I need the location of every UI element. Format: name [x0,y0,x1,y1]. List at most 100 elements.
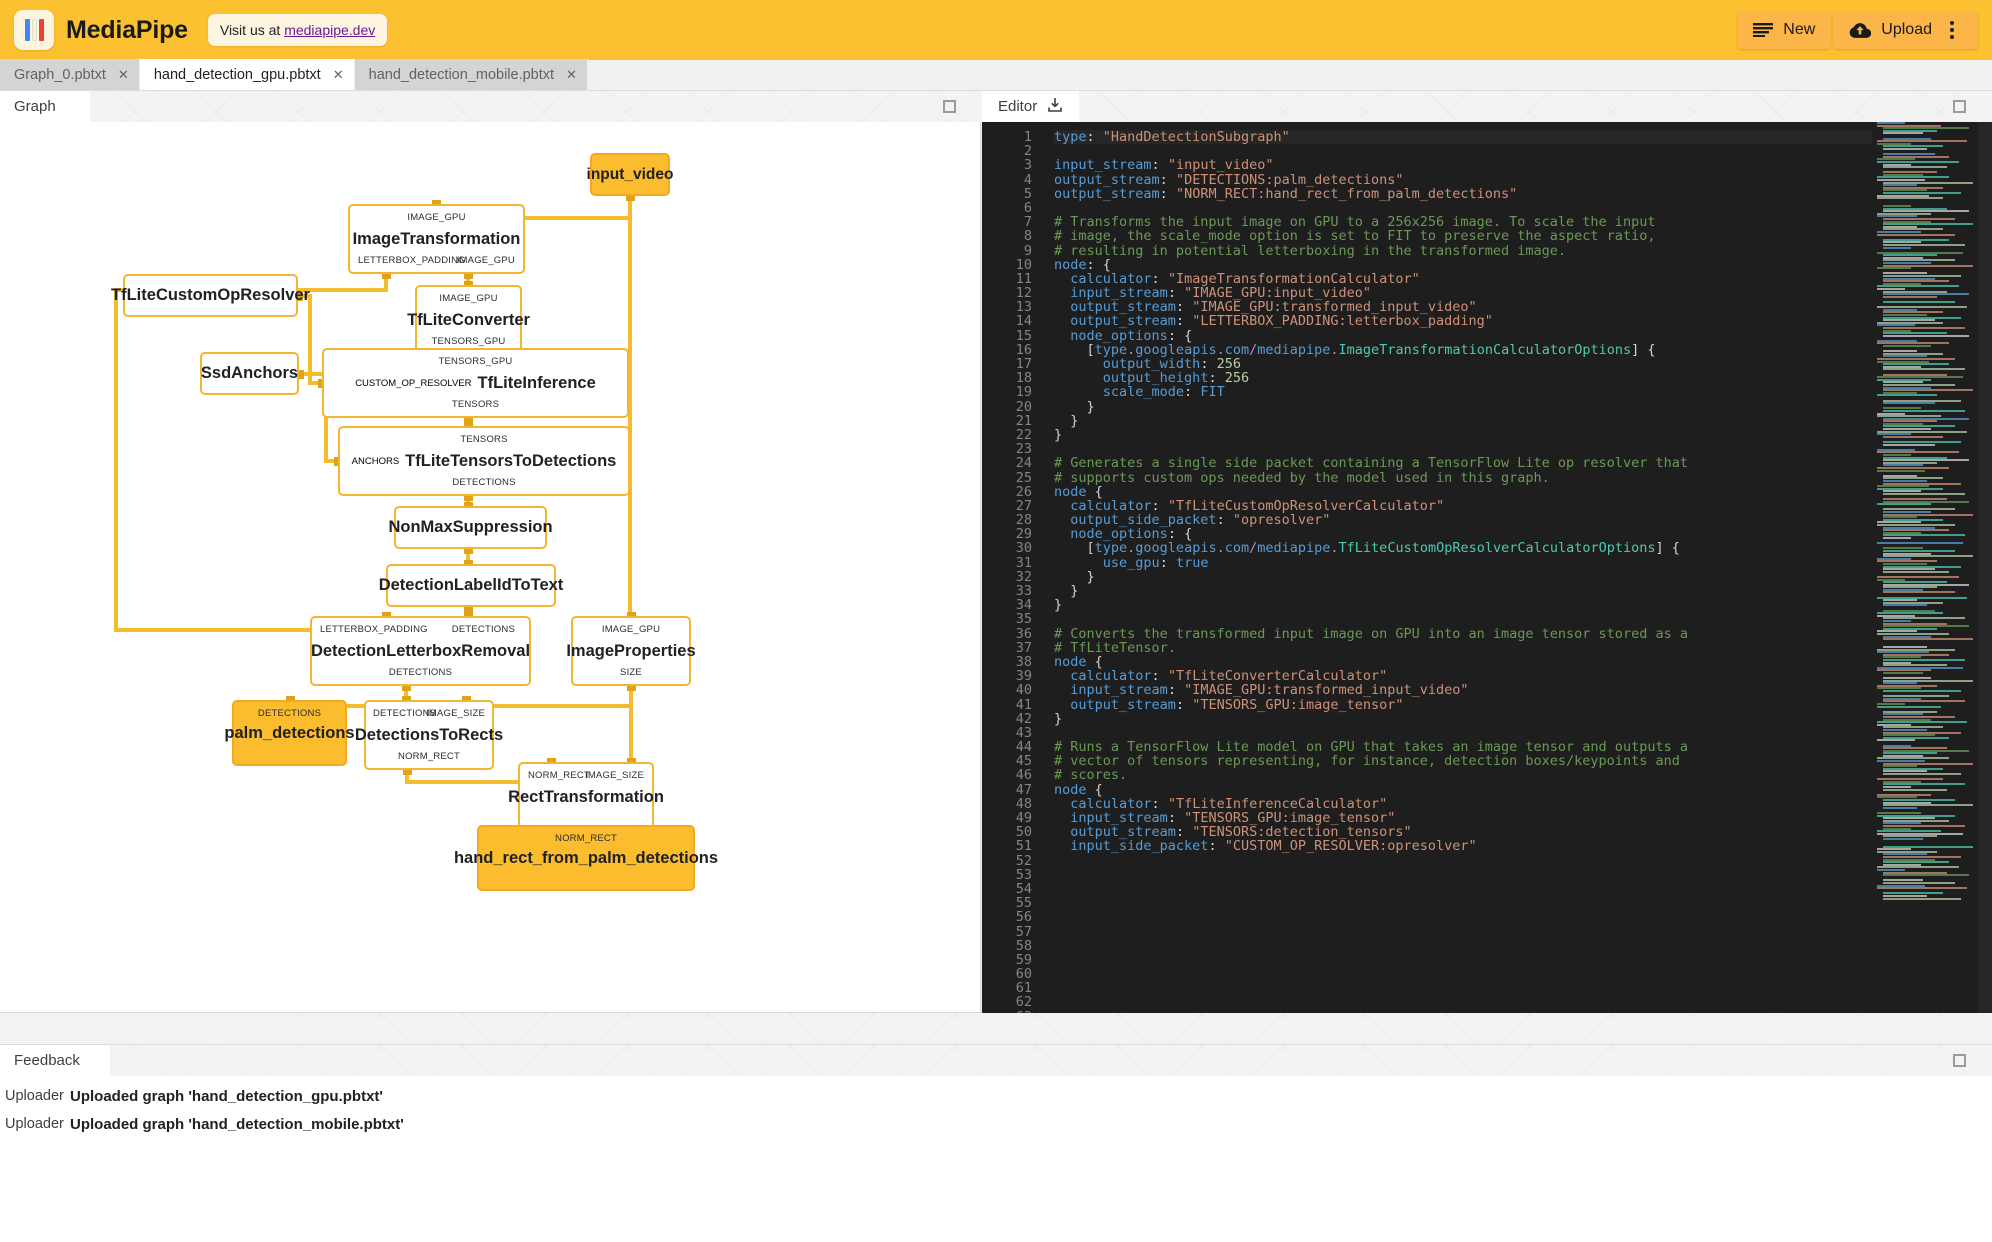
code-line[interactable]: node { [1054,485,1872,499]
graph-node-input-video[interactable]: input_video [587,153,674,196]
file-tab-graph-0[interactable]: Graph_0.pbtxt ✕ [0,59,140,90]
code-line[interactable]: output_width: 256 [1054,357,1872,371]
code-line[interactable]: output_stream: "TENSORS:detection_tensor… [1054,825,1872,839]
code-line[interactable]: output_stream: "IMAGE_GPU:transformed_in… [1054,300,1872,314]
file-tab-hand-detection-gpu[interactable]: hand_detection_gpu.pbtxt ✕ [139,59,355,90]
graph-node-rect-transformation[interactable]: NORM_RECT IMAGE_SIZE RectTransformation [508,762,664,832]
code-line[interactable]: } [1054,399,1872,414]
graph-node-ssd-anchors[interactable]: SsdAnchors [200,352,299,395]
graph-node-tflite-inference[interactable]: TENSORS_GPU CUSTOM_OP_RESOLVER TfLiteInf… [322,348,629,418]
code-line[interactable]: } [1054,584,1872,598]
graph-node-detection-label-id-to-text[interactable]: DetectionLabelIdToText [379,564,563,607]
code-line[interactable]: [type.googleapis.com/mediapipe.ImageTran… [1054,343,1872,357]
code-line[interactable] [1054,854,1872,868]
code-line[interactable]: } [1054,598,1872,612]
code-line[interactable]: use_gpu: true [1054,556,1872,570]
code-line[interactable] [1054,939,1872,953]
code-line[interactable]: calculator: "TfLiteConverterCalculator" [1054,669,1872,683]
mediapipe-dev-link[interactable]: mediapipe.dev [284,22,375,38]
code-line[interactable] [1054,953,1872,967]
code-line[interactable] [1054,726,1872,740]
code-line[interactable]: output_stream: "NORM_RECT:hand_rect_from… [1054,187,1872,201]
editor-panel-restore-icon[interactable] [1953,100,1966,113]
code-line[interactable] [1054,868,1872,882]
code-line[interactable]: # vector of tensors representing, for in… [1054,754,1872,768]
code-line[interactable] [1054,1010,1872,1013]
code-line[interactable]: output_stream: "TENSORS_GPU:image_tensor… [1054,697,1872,712]
code-line[interactable]: input_stream: "input_video" [1054,158,1872,172]
code-line[interactable]: scale_mode: FIT [1054,385,1872,399]
graph-node-tflite-custom-op-resolver[interactable]: TfLiteCustomOpResolver [111,274,310,317]
code-line[interactable]: calculator: "ImageTransformationCalculat… [1054,272,1872,286]
code-line[interactable]: } [1054,414,1872,428]
code-content[interactable]: type: "HandDetectionSubgraph" input_stre… [1044,122,1872,1013]
code-line[interactable]: input_stream: "TENSORS_GPU:image_tensor" [1054,811,1872,825]
graph-node-hand-rect-from-palm-detections[interactable]: NORM_RECT hand_rect_from_palm_detections [454,825,718,891]
graph-node-detections-to-rects[interactable]: DETECTIONS IMAGE_SIZE DetectionsToRects … [355,700,503,770]
upload-button[interactable]: Upload [1833,11,1978,49]
code-line[interactable]: calculator: "TfLiteInferenceCalculator" [1054,797,1872,811]
code-line[interactable]: node_options: { [1054,527,1872,541]
code-line[interactable]: output_stream: "DETECTIONS:palm_detectio… [1054,172,1872,187]
graph-canvas[interactable]: input_video IMAGE_GPU ImageTransformatio… [0,122,981,1013]
code-line[interactable]: # resulting in potential letterboxing in… [1054,243,1872,258]
download-icon[interactable] [1047,97,1063,117]
graph-node-image-transformation[interactable]: IMAGE_GPU ImageTransformation LETTERBOX_… [348,204,525,274]
close-icon[interactable]: ✕ [118,68,129,81]
tab-editor[interactable]: Editor [982,91,1080,122]
code-line[interactable]: output_side_packet: "opresolver" [1054,513,1872,527]
new-button[interactable]: New [1737,11,1832,49]
code-line[interactable]: # supports custom ops needed by the mode… [1054,470,1872,485]
file-tab-hand-detection-mobile[interactable]: hand_detection_mobile.pbtxt ✕ [354,59,588,90]
code-line[interactable]: # Runs a TensorFlow Lite model on GPU th… [1054,740,1872,754]
graph-node-tflite-converter[interactable]: IMAGE_GPU TfLiteConverter TENSORS_GPU [407,285,530,355]
feedback-panel-restore-icon[interactable] [1953,1054,1966,1067]
graph-panel-restore-icon[interactable] [943,100,956,113]
code-line[interactable] [1054,995,1872,1009]
graph-node-image-properties[interactable]: IMAGE_GPU ImageProperties SIZE [566,616,696,686]
close-icon[interactable]: ✕ [333,68,344,81]
code-line[interactable]: # Transforms the input image on GPU to a… [1054,215,1872,229]
graph-node-non-max-suppression[interactable]: NonMaxSuppression [388,506,553,549]
code-editor[interactable]: 1 2 3 4 5 6 7 8 9 10 11 12 13 14 15 16 17 18 19 20 21 22 23 24 2… [982,122,1992,1013]
code-line[interactable] [1054,896,1872,910]
code-line[interactable]: node_options: { [1054,329,1872,343]
close-icon[interactable]: ✕ [566,68,577,81]
code-line[interactable] [1054,981,1872,995]
code-minimap[interactable] [1872,122,1992,1013]
tab-feedback[interactable]: Feedback [0,1045,110,1076]
code-line[interactable]: output_stream: "LETTERBOX_PADDING:letter… [1054,314,1872,328]
code-line[interactable]: # Generates a single side packet contain… [1054,456,1872,470]
graph-node-palm-detections[interactable]: DETECTIONS palm_detections [224,700,355,766]
code-line[interactable]: output_height: 256 [1054,371,1872,385]
code-line[interactable]: node: { [1054,258,1872,272]
code-line[interactable]: calculator: "TfLiteCustomOpResolverCalcu… [1054,499,1872,513]
code-line[interactable] [1054,882,1872,896]
code-line[interactable] [1054,201,1872,215]
code-line[interactable]: # TfLiteTensor. [1054,641,1872,655]
code-line[interactable]: type: "HandDetectionSubgraph" [1054,130,1872,145]
code-line[interactable]: input_side_packet: "CUSTOM_OP_RESOLVER:o… [1054,839,1872,853]
code-line[interactable]: input_stream: "IMAGE_GPU:input_video" [1054,286,1872,300]
code-line[interactable]: # image, the scale_mode option is set to… [1054,229,1872,243]
code-line[interactable]: input_stream: "IMAGE_GPU:transformed_inp… [1054,683,1872,697]
code-line[interactable] [1054,144,1872,158]
code-line[interactable]: # scores. [1054,768,1872,782]
more-vert-icon[interactable] [1942,11,1962,49]
code-line[interactable] [1054,925,1872,939]
graph-node-tflite-tensors-to-detections[interactable]: TENSORS ANCHORS TfLiteTensorsToDetection… [338,426,630,496]
graph-node-detection-letterbox-removal[interactable]: LETTERBOX_PADDING DETECTIONS DetectionLe… [310,616,531,686]
code-line[interactable] [1054,442,1872,456]
code-vertical-scrollbar[interactable] [1978,122,1992,1013]
code-line[interactable]: node { [1054,783,1872,797]
code-line[interactable]: } [1054,570,1872,584]
code-line[interactable]: } [1054,428,1872,442]
code-line[interactable]: [type.googleapis.com/mediapipe.TfLiteCus… [1054,541,1872,555]
code-line[interactable] [1054,910,1872,924]
code-line[interactable]: } [1054,712,1872,726]
code-line[interactable]: # Converts the transformed input image o… [1054,626,1872,641]
code-line[interactable] [1054,612,1872,626]
code-line[interactable]: node { [1054,655,1872,669]
tab-graph[interactable]: Graph [0,91,90,122]
code-line[interactable] [1054,967,1872,981]
